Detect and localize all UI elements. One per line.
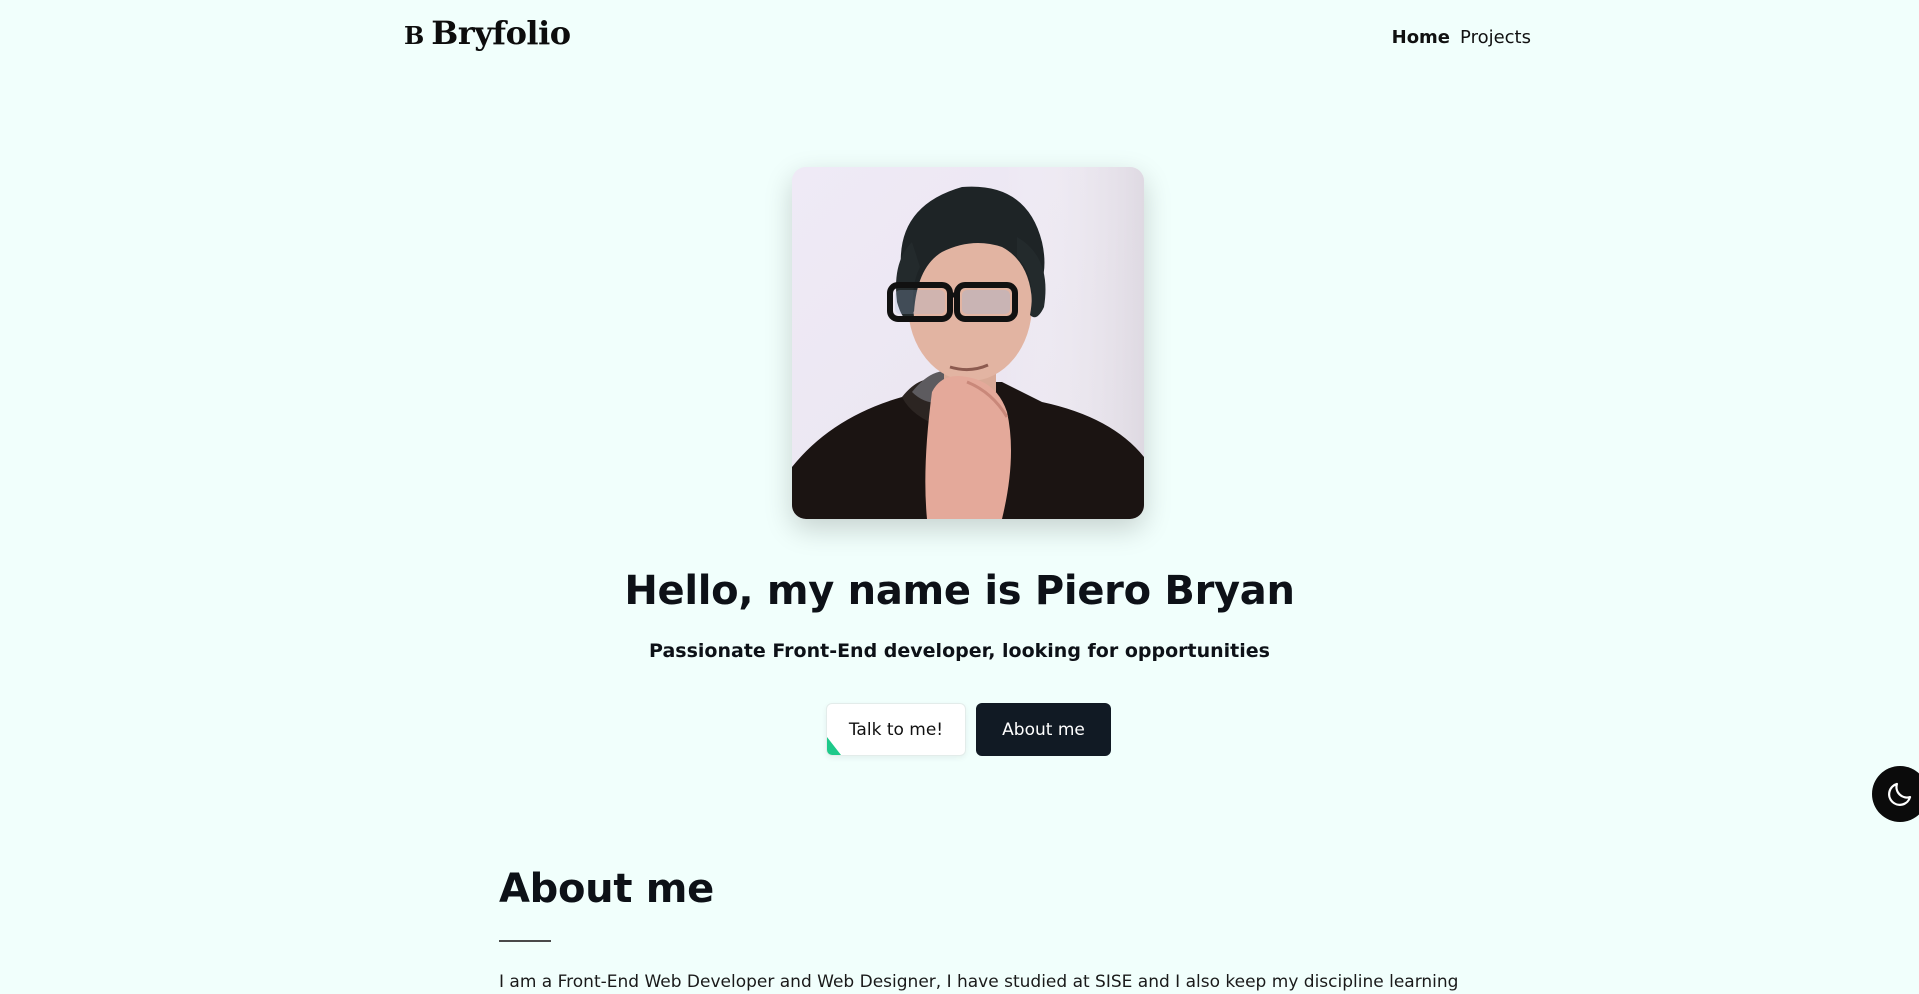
talk-to-me-label: Talk to me! [848,719,944,740]
accent-corner [827,737,841,755]
about-me-label: About me [1002,719,1085,740]
hero-subtitle: Passionate Front-End developer, looking … [649,640,1270,662]
profile-photo-illustration [792,167,1144,519]
logo-mark: B [404,21,424,50]
theme-toggle-button[interactable] [1872,766,1919,822]
main-nav: Home Projects [1392,27,1531,48]
hero-actions: Talk to me! About me [826,703,1111,756]
nav-link-home[interactable]: Home [1392,27,1450,48]
about-divider [499,940,551,942]
about-text: I am a Front-End Web Developer and Web D… [499,972,1459,992]
page: B Bryfolio Home Projects Hello, my name … [0,0,1919,994]
site-logo[interactable]: B Bryfolio [404,14,571,52]
logo-text: Bryfolio [431,14,571,52]
hero-title: Hello, my name is Piero Bryan [624,568,1295,614]
profile-photo [792,167,1144,519]
talk-to-me-button[interactable]: Talk to me! [826,703,966,756]
about-me-button[interactable]: About me [976,703,1111,756]
about-section-title: About me [499,866,715,912]
site-header: B Bryfolio Home Projects [0,0,1919,78]
nav-link-projects[interactable]: Projects [1460,27,1531,48]
moon-icon [1888,782,1912,806]
